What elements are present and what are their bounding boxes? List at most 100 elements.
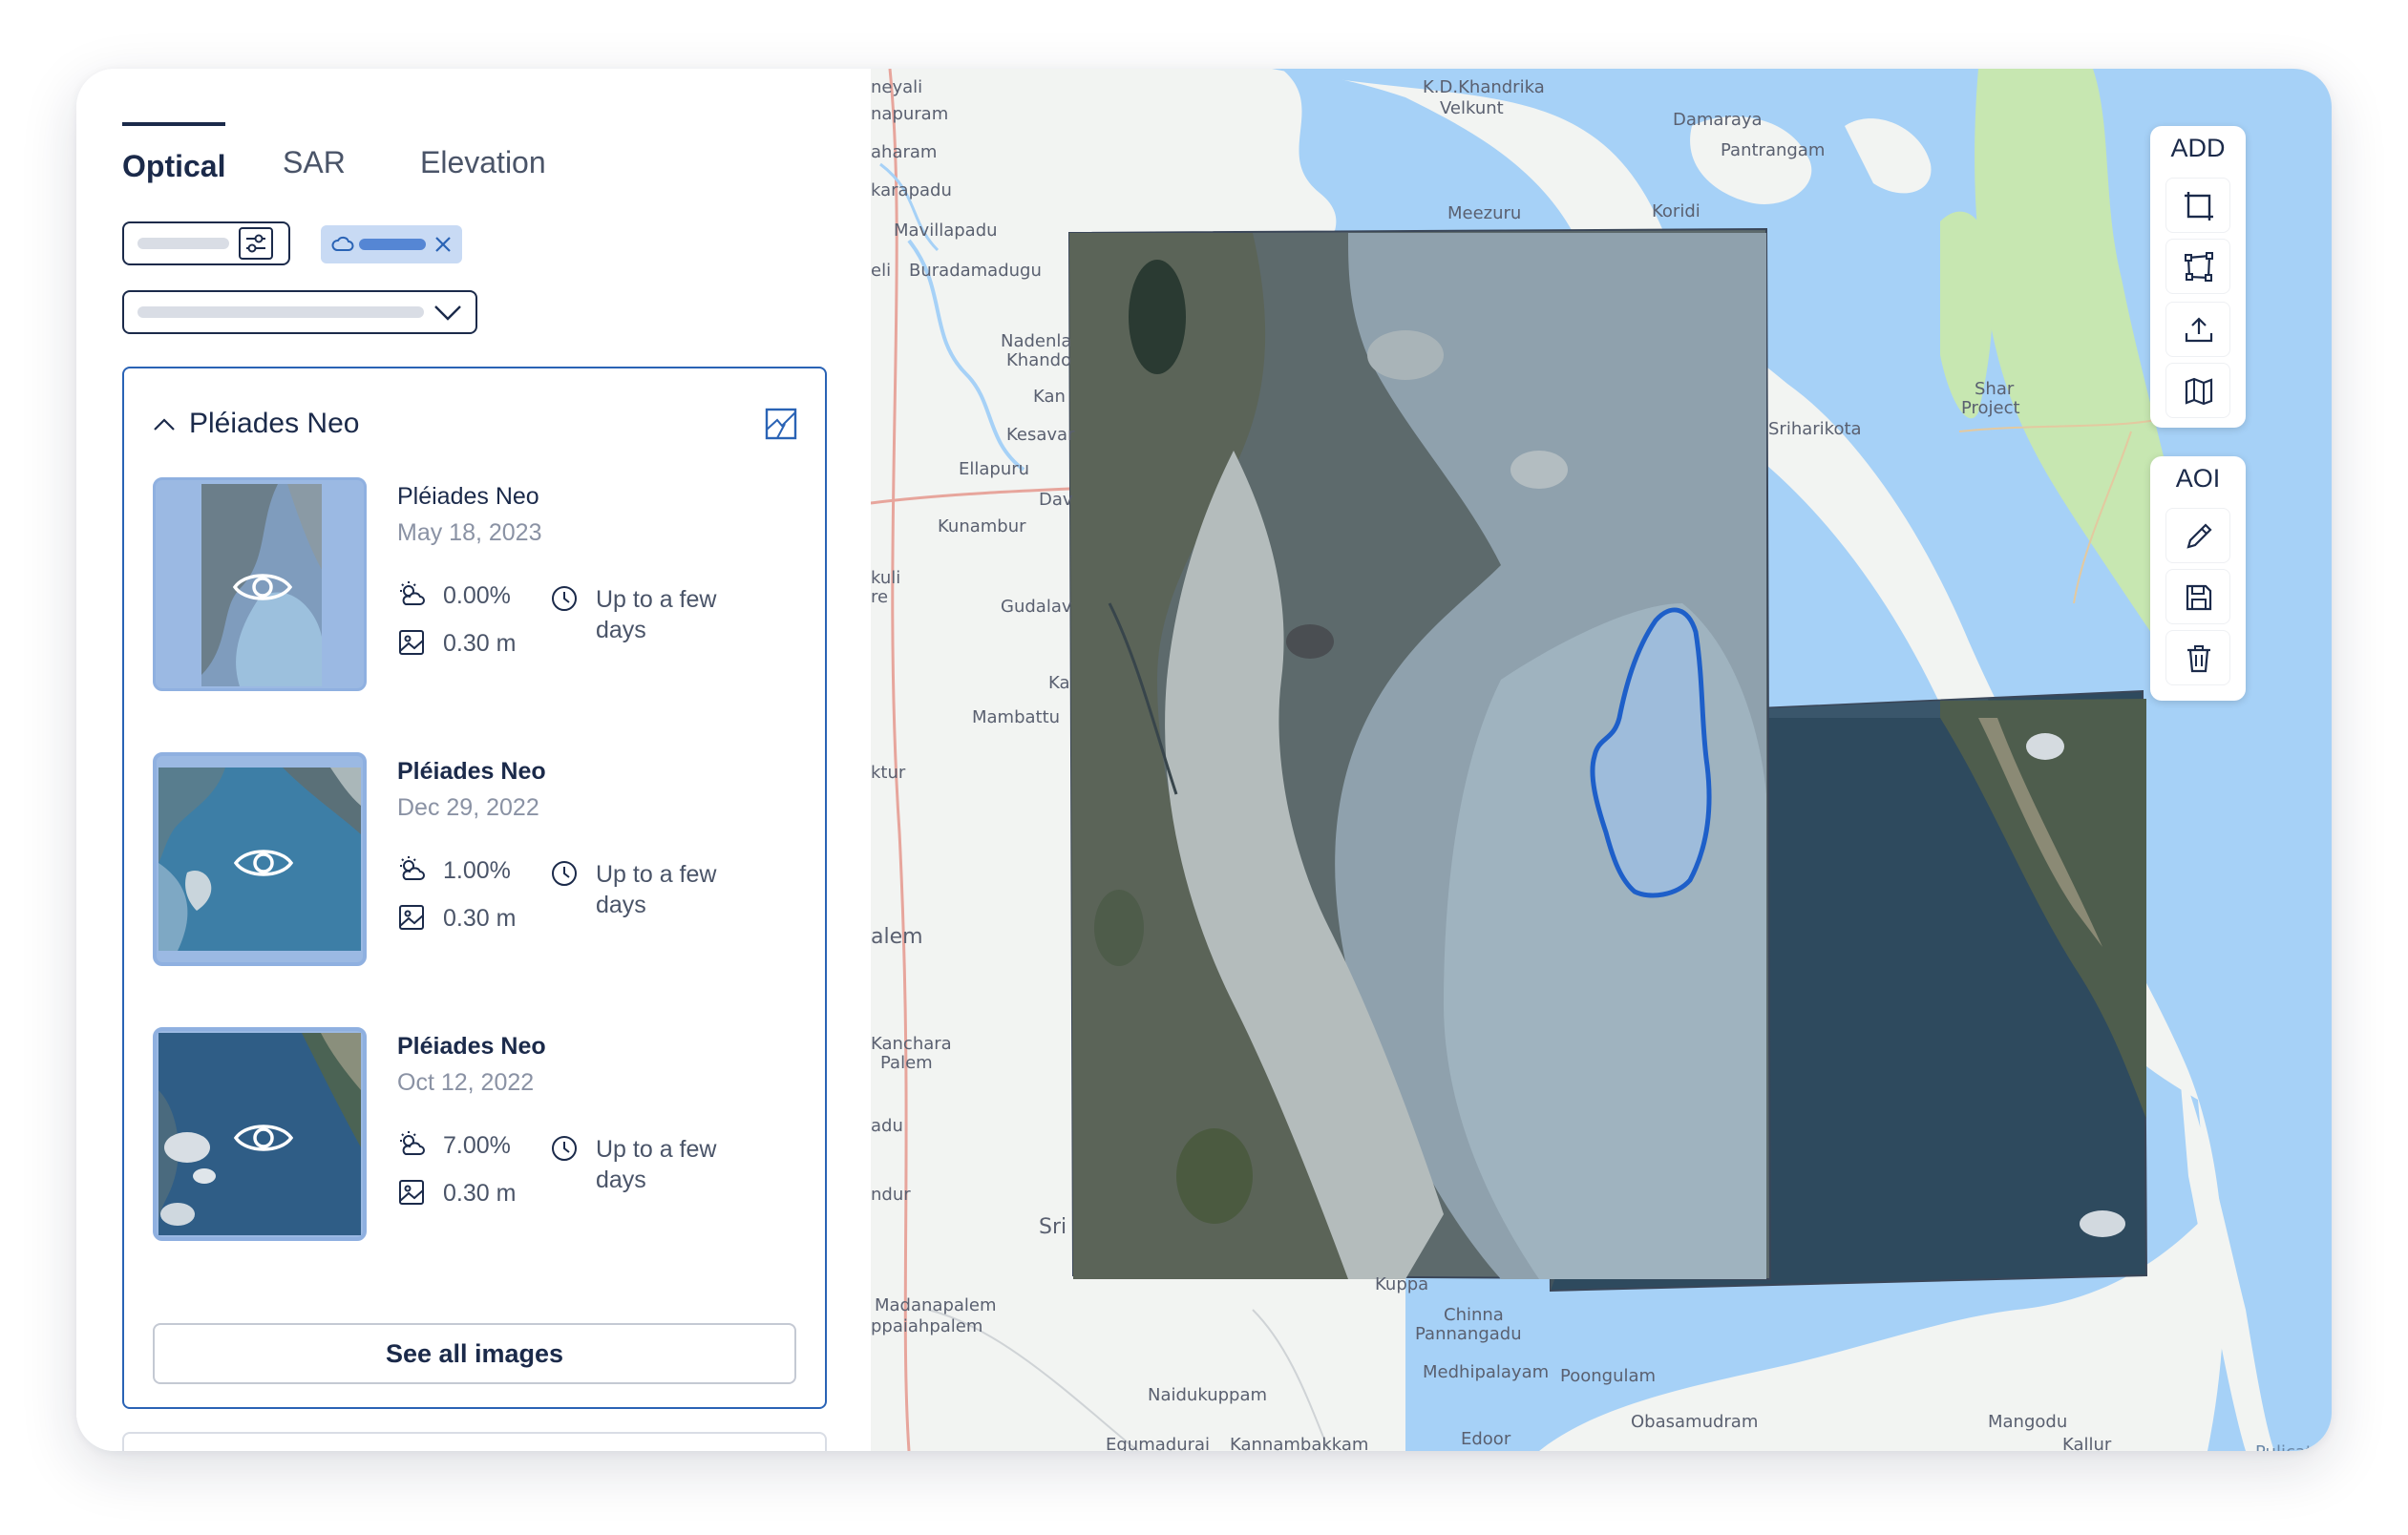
cloud-icon [331, 236, 354, 251]
map-view[interactable]: neyali napuram aharam karapadu Mavillapa… [871, 69, 2332, 1451]
place-label: ppaiahpalem [871, 1316, 983, 1336]
sort-dropdown[interactable] [122, 290, 477, 334]
chip-value-placeholder [359, 239, 426, 250]
image-date: Dec 29, 2022 [397, 794, 539, 821]
save-aoi-button[interactable] [2165, 569, 2230, 624]
image-thumbnail[interactable] [153, 752, 367, 966]
pencil-icon [2186, 523, 2212, 549]
place-label: Mangodu [1988, 1412, 2068, 1432]
cloud-filter-chip[interactable] [321, 225, 462, 263]
image-list-item[interactable]: Pléiades Neo Oct 12, 2022 7.00% Up to a … [153, 1027, 764, 1247]
footprint-icon[interactable] [764, 407, 798, 441]
place-label: Ka [1048, 673, 1070, 693]
filter-field[interactable] [122, 221, 290, 265]
place-label: aharam [871, 142, 938, 162]
saved-areas-button[interactable] [2165, 363, 2230, 418]
place-label: Gudalav [1001, 597, 1072, 617]
upload-file-button[interactable] [2165, 302, 2230, 357]
place-label: Obasamudram [1631, 1412, 1759, 1432]
draw-rectangle-button[interactable] [2165, 178, 2230, 233]
add-toolbar: ADD [2150, 126, 2246, 428]
cloud-cover-icon [400, 856, 425, 880]
tab-elevation[interactable]: Elevation [420, 122, 546, 191]
aoi-toolbar: AOI [2150, 456, 2246, 701]
chevron-up-icon[interactable] [151, 412, 178, 437]
draw-polygon-button[interactable] [2165, 239, 2230, 294]
clock-icon [552, 586, 577, 611]
place-label: Shar [1975, 379, 2015, 399]
place-label: Nadenla [1001, 331, 1072, 351]
place-label: Madanapalem [875, 1295, 997, 1315]
place-label: Kallur [2062, 1435, 2112, 1452]
left-panel: Optical SAR Elevation Pléiades Neo Pléia… [76, 69, 871, 1451]
delete-aoi-button[interactable] [2165, 630, 2230, 685]
see-all-images-button[interactable]: See all images [153, 1323, 796, 1384]
image-date: May 18, 2023 [397, 519, 542, 546]
base-map [871, 69, 2332, 1451]
close-icon[interactable] [430, 231, 456, 258]
image-thumbnail[interactable] [153, 477, 367, 691]
place-label: eli [871, 261, 892, 281]
image-list-item[interactable]: Pléiades Neo Dec 29, 2022 1.00% Up to a … [153, 752, 764, 972]
place-label: Palem [880, 1053, 933, 1073]
place-label: karapadu [871, 180, 952, 200]
place-label: kuli [871, 568, 901, 588]
filter-placeholder [137, 238, 229, 249]
save-icon [2186, 584, 2212, 611]
place-label: Damaraya [1673, 110, 1763, 130]
image-icon [399, 905, 424, 930]
filter-settings-button[interactable] [239, 227, 273, 260]
app-card: Optical SAR Elevation Pléiades Neo Pléia… [76, 69, 2332, 1451]
image-thumbnail[interactable] [153, 1027, 367, 1241]
place-label: Sri [1039, 1215, 1067, 1239]
trash-icon [2187, 645, 2210, 673]
place-label: alem [871, 925, 923, 949]
rectangle-icon [2185, 192, 2213, 221]
image-list-item[interactable]: Pléiades Neo May 18, 2023 0.00% Up to a … [153, 477, 764, 697]
tab-optical[interactable]: Optical [122, 122, 226, 195]
place-label: Khando [1006, 350, 1072, 370]
place-label: Egumadurai [1106, 1435, 1211, 1452]
edit-aoi-button[interactable] [2165, 508, 2230, 563]
image-date: Oct 12, 2022 [397, 1069, 535, 1096]
place-label: Kunambur [938, 516, 1026, 536]
tab-bar: Optical SAR Elevation [122, 122, 871, 199]
place-label: ktur [871, 763, 906, 783]
place-label: Pannangadu [1415, 1324, 1522, 1344]
group-title: Pléiades Neo [189, 408, 360, 439]
resolution-value: 0.30 m [443, 1180, 517, 1207]
place-label: Kanchara [871, 1034, 952, 1054]
place-label: Kannambakkam [1230, 1435, 1369, 1452]
place-label: Mavillapadu [894, 221, 998, 241]
next-collection-group[interactable] [122, 1432, 827, 1451]
place-label: Dav [1039, 490, 1073, 510]
place-label: Naidukuppam [1148, 1385, 1268, 1405]
image-title: Pléiades Neo [397, 758, 546, 785]
resolution-value: 0.30 m [443, 630, 517, 657]
place-label: Poongulam [1560, 1366, 1657, 1386]
place-label: Kuppa [1375, 1274, 1429, 1294]
delivery-time: Up to a few days [596, 1136, 717, 1193]
delivery-time: Up to a few days [596, 586, 717, 643]
tab-sar[interactable]: SAR [283, 122, 346, 191]
map-book-icon [2185, 377, 2213, 406]
chevron-down-icon [434, 305, 461, 321]
place-label: Sriharikota [1768, 419, 1862, 439]
clock-icon [552, 861, 577, 886]
place-label: Pulicat [2255, 1443, 2313, 1452]
place-label: ndur [871, 1185, 911, 1205]
cloud-cover-icon [400, 581, 425, 605]
place-label: re [871, 587, 889, 607]
place-label: Meezuru [1447, 203, 1522, 223]
resolution-value: 0.30 m [443, 905, 517, 932]
place-label: adu [871, 1116, 903, 1136]
cloud-cover-value: 1.00% [443, 857, 511, 884]
upload-icon [2185, 317, 2213, 343]
place-label: Project [1961, 398, 2020, 418]
place-label: neyali [871, 77, 923, 97]
place-label: Velkunt [1440, 98, 1504, 118]
place-label: Edoor [1461, 1429, 1511, 1449]
place-label: Kesavar [1006, 425, 1075, 445]
place-label: Medhipalayam [1423, 1362, 1550, 1382]
delivery-time: Up to a few days [596, 861, 717, 918]
